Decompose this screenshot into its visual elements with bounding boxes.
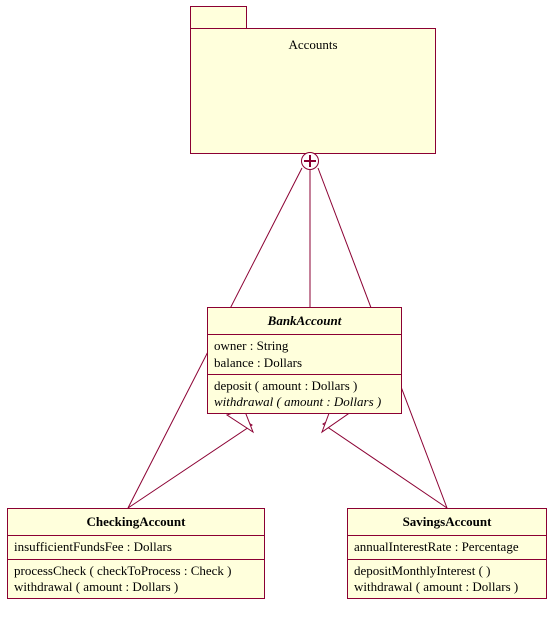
operations: deposit ( amount : Dollars ) withdrawal … [208,375,401,414]
operation: withdrawal ( amount : Dollars ) [14,579,258,595]
containment-icon [301,152,319,170]
attribute: owner : String [214,338,395,354]
attribute: balance : Dollars [214,355,395,371]
attributes: insufficientFundsFee : Dollars [8,536,264,559]
attribute: insufficientFundsFee : Dollars [14,539,258,555]
class-name: BankAccount [208,308,401,335]
uml-diagram: Accounts BankAccount owner : String bala… [0,0,551,622]
operation: depositMonthlyInterest ( ) [354,563,540,579]
class-name: CheckingAccount [8,509,264,536]
package-name: Accounts [191,37,435,53]
operation: processCheck ( checkToProcess : Check ) [14,563,258,579]
class-name: SavingsAccount [348,509,546,536]
class-savingsaccount: SavingsAccount annualInterestRate : Perc… [347,508,547,599]
attributes: annualInterestRate : Percentage [348,536,546,559]
operation: withdrawal ( amount : Dollars ) [354,579,540,595]
operations: depositMonthlyInterest ( ) withdrawal ( … [348,560,546,599]
operation: withdrawal ( amount : Dollars ) [214,394,395,410]
class-bankaccount: BankAccount owner : String balance : Dol… [207,307,402,414]
operation: deposit ( amount : Dollars ) [214,378,395,394]
package-tab [190,6,247,29]
operations: processCheck ( checkToProcess : Check ) … [8,560,264,599]
class-checkingaccount: CheckingAccount insufficientFundsFee : D… [7,508,265,599]
attribute: annualInterestRate : Percentage [354,539,540,555]
attributes: owner : String balance : Dollars [208,335,401,375]
package-body: Accounts [190,28,436,154]
